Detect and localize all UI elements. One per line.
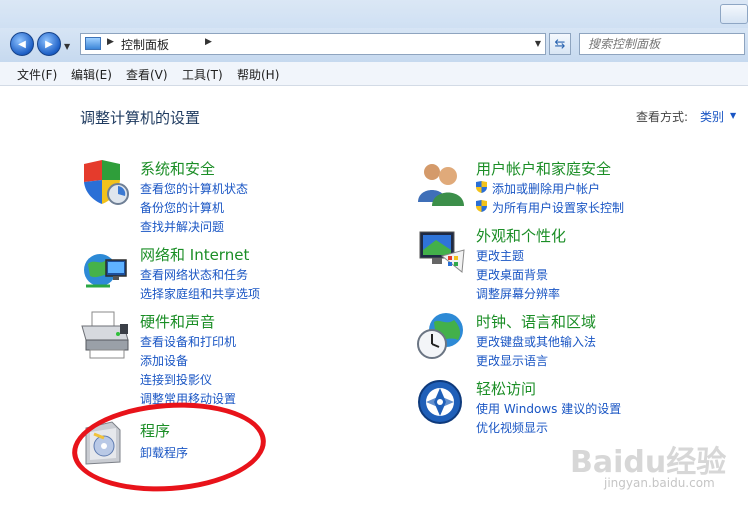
back-arrow-icon: ◀: [18, 38, 26, 50]
link-change-desktop-background[interactable]: 更改桌面背景: [476, 266, 548, 283]
uac-shield-icon: [476, 181, 487, 193]
uac-shield-icon: [476, 200, 487, 212]
refresh-icon: ⇆: [554, 36, 566, 52]
shield-security-icon[interactable]: [80, 158, 130, 208]
forward-button[interactable]: ▶: [37, 32, 61, 56]
category-title-clock-language-region[interactable]: 时钟、语言和区域: [476, 311, 596, 332]
window-control-button[interactable]: [720, 4, 748, 24]
menu-tools[interactable]: 工具(T): [182, 66, 223, 83]
category-title-system-security[interactable]: 系统和安全: [140, 158, 215, 179]
menu-file[interactable]: 文件(F): [17, 66, 57, 83]
breadcrumb-control-panel[interactable]: 控制面板: [121, 36, 169, 53]
link-parental-controls[interactable]: 为所有用户设置家长控制: [492, 199, 624, 216]
view-by-label: 查看方式:: [636, 110, 689, 124]
link-add-device[interactable]: 添加设备: [140, 352, 188, 369]
link-connect-projector[interactable]: 连接到投影仪: [140, 371, 212, 388]
category-title-network-internet[interactable]: 网络和 Internet: [140, 244, 249, 265]
recent-pages-dropdown-icon[interactable]: ▼: [64, 42, 70, 51]
back-button[interactable]: ◀: [10, 32, 34, 56]
page-title: 调整计算机的设置: [80, 109, 201, 127]
link-change-display-language[interactable]: 更改显示语言: [476, 352, 548, 369]
category-title-appearance[interactable]: 外观和个性化: [476, 225, 566, 246]
search-input[interactable]: [579, 33, 745, 55]
menu-bar: 文件(F) 编辑(E) 查看(V) 工具(T) 帮助(H): [0, 62, 748, 86]
link-view-computer-status[interactable]: 查看您的计算机状态: [140, 180, 248, 197]
address-dropdown-icon[interactable]: ▼: [535, 39, 541, 48]
category-title-ease-of-access[interactable]: 轻松访问: [476, 378, 536, 399]
printer-icon[interactable]: [80, 310, 130, 360]
navigation-bar: ◀ ▶ ▼ ▶ 控制面板 ▶ ▼ ⇆: [0, 28, 748, 62]
link-add-remove-accounts[interactable]: 添加或删除用户帐户: [492, 180, 600, 197]
category-title-user-accounts[interactable]: 用户帐户和家庭安全: [476, 158, 611, 179]
refresh-button[interactable]: ⇆: [549, 33, 571, 55]
view-by-chevron-icon[interactable]: ▼: [730, 111, 736, 120]
users-icon[interactable]: [416, 158, 466, 208]
annotation-circle: [69, 396, 269, 498]
link-devices-printers[interactable]: 查看设备和打印机: [140, 333, 236, 350]
link-network-status[interactable]: 查看网络状态和任务: [140, 266, 248, 283]
baidu-watermark-logo: Baidu经验: [570, 445, 727, 480]
window-title-bar: [0, 0, 748, 28]
link-backup-computer[interactable]: 备份您的计算机: [140, 199, 224, 216]
menu-view[interactable]: 查看(V): [126, 66, 168, 83]
forward-arrow-icon: ▶: [45, 38, 53, 50]
breadcrumb-chevron-icon[interactable]: ▶: [107, 37, 114, 47]
address-bar[interactable]: ▶ 控制面板 ▶ ▼: [80, 33, 546, 55]
link-troubleshoot[interactable]: 查找并解决问题: [140, 218, 224, 235]
monitor-palette-icon[interactable]: [416, 226, 466, 276]
view-by-dropdown[interactable]: 类别: [700, 108, 724, 125]
breadcrumb-chevron-icon[interactable]: ▶: [205, 37, 212, 47]
menu-edit[interactable]: 编辑(E): [71, 66, 112, 83]
link-change-keyboard-input[interactable]: 更改键盘或其他输入法: [476, 333, 596, 350]
clock-globe-icon[interactable]: [416, 310, 466, 360]
category-title-hardware-sound[interactable]: 硬件和声音: [140, 311, 215, 332]
network-globe-icon[interactable]: [80, 244, 130, 294]
link-windows-recommended-settings[interactable]: 使用 Windows 建议的设置: [476, 400, 621, 417]
control-panel-icon: [85, 37, 101, 50]
link-homegroup-sharing[interactable]: 选择家庭组和共享选项: [140, 285, 260, 302]
link-change-theme[interactable]: 更改主题: [476, 247, 524, 264]
watermark-url: jingyan.baidu.com: [604, 476, 715, 490]
link-optimize-video-display[interactable]: 优化视频显示: [476, 419, 548, 436]
menu-help[interactable]: 帮助(H): [237, 66, 279, 83]
ease-of-access-icon[interactable]: [416, 378, 466, 428]
link-screen-resolution[interactable]: 调整屏幕分辨率: [476, 285, 560, 302]
